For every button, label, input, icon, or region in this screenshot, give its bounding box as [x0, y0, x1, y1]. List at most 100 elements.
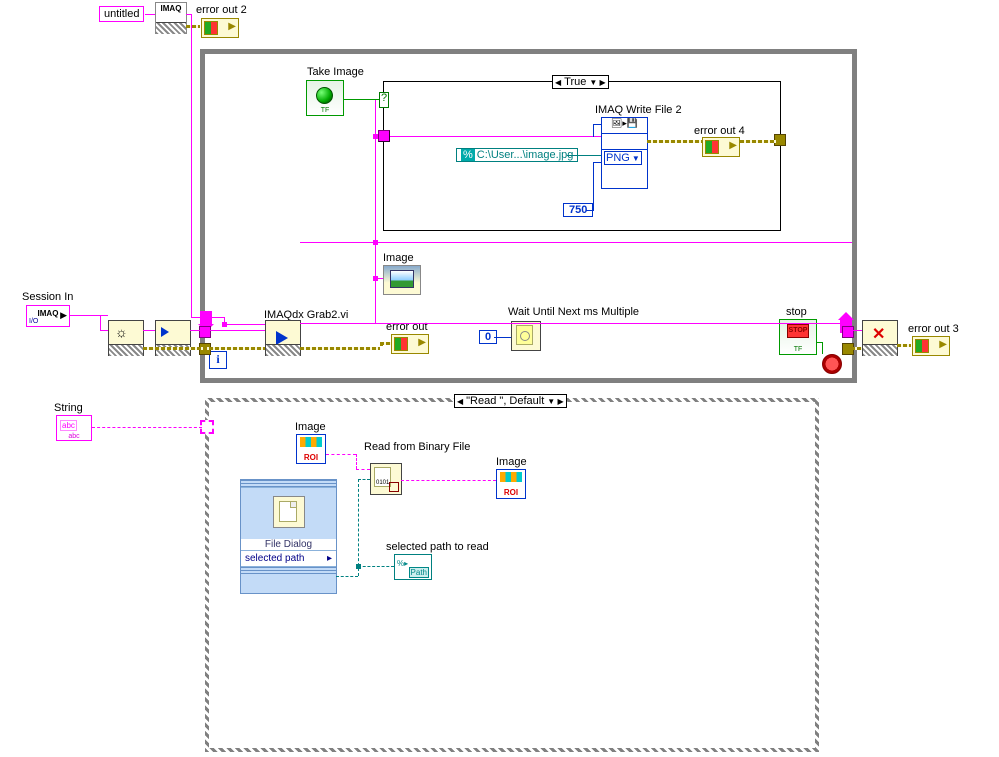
- junction: [222, 322, 227, 327]
- image-label: Image: [383, 252, 414, 264]
- error-out-4-indicator: [702, 137, 740, 157]
- wire: [300, 242, 852, 243]
- image-indicator: [383, 265, 421, 295]
- image-roi1-indicator: [296, 434, 326, 464]
- wire: [145, 14, 155, 15]
- file-dialog-node: File Dialog selected path▸: [240, 479, 337, 594]
- wait-label: Wait Until Next ms Multiple: [508, 306, 639, 318]
- read-binary-label: Read from Binary File: [364, 441, 470, 453]
- case-selector-top[interactable]: True: [552, 75, 609, 89]
- stop-label: stop: [786, 306, 807, 318]
- shift-register-left: [200, 311, 212, 325]
- case-selector-terminal: ?: [379, 92, 389, 108]
- loop-condition-terminal[interactable]: [822, 354, 842, 374]
- file-type-ring[interactable]: PNG: [604, 151, 642, 165]
- wait-node: [511, 321, 541, 351]
- wire: [356, 469, 370, 471]
- wire: [375, 242, 376, 323]
- imaqdx-grab-node: [265, 320, 301, 356]
- camera-icon: [156, 344, 190, 356]
- wire: [300, 323, 850, 324]
- take-image-control[interactable]: TF: [306, 80, 344, 116]
- junction: [373, 240, 378, 245]
- junction: [373, 276, 378, 281]
- wire: [358, 479, 360, 576]
- case-tunnel: [378, 130, 390, 142]
- wire: [380, 342, 391, 345]
- wire: [143, 330, 155, 331]
- image-roi1-label: Image: [295, 421, 326, 433]
- camera-icon: [863, 344, 897, 356]
- wire: [143, 347, 265, 350]
- case-tunnel-neg: [200, 420, 214, 434]
- wire: [822, 342, 823, 354]
- wire: [356, 454, 358, 469]
- wire: [593, 124, 594, 137]
- wire: [851, 330, 862, 331]
- error-out-indicator: [391, 334, 429, 354]
- camera-icon: [266, 344, 300, 356]
- wire: [343, 99, 379, 100]
- wire: [100, 330, 108, 331]
- error-out-4-label: error out 4: [694, 125, 745, 137]
- wire: [401, 480, 496, 482]
- error-out-3-label: error out 3: [908, 323, 959, 335]
- take-image-label: Take Image: [307, 66, 364, 78]
- wire: [358, 479, 370, 481]
- string-label: String: [54, 402, 83, 414]
- error-out-3-indicator: [912, 336, 950, 356]
- image-roi2-label: Image: [496, 456, 527, 468]
- untitled-control[interactable]: untitled: [99, 6, 144, 22]
- wire: [593, 124, 601, 125]
- wire: [567, 155, 601, 156]
- image-roi2-indicator: [496, 469, 526, 499]
- wire: [224, 324, 265, 325]
- wire: [647, 140, 702, 143]
- imaqdx-config-node: [155, 320, 191, 356]
- wire: [593, 162, 594, 211]
- wire: [740, 140, 780, 143]
- wire: [100, 315, 101, 330]
- wire: [70, 315, 108, 316]
- loop-tunnel: [199, 326, 211, 338]
- wire: [326, 454, 356, 456]
- imaq-write-label: IMAQ Write File 2: [595, 104, 682, 116]
- wire: [191, 14, 192, 317]
- wire: [375, 99, 376, 242]
- wire: [300, 347, 380, 350]
- string-control[interactable]: abcabc: [56, 415, 92, 441]
- imaq-create-node: IMAQ: [155, 2, 187, 34]
- wire: [191, 317, 224, 318]
- wire: [494, 337, 511, 338]
- wire: [186, 14, 191, 15]
- junction: [373, 134, 378, 139]
- wire: [186, 25, 200, 28]
- read-binary-node: 0101: [370, 463, 402, 495]
- wire: [851, 347, 862, 350]
- imaqdx-close-node: ✕: [862, 320, 898, 356]
- error-out-2-indicator: [201, 18, 239, 38]
- wire: [593, 162, 601, 163]
- imaqdx-open-node: ☼: [108, 320, 144, 356]
- session-in-label: Session In: [22, 291, 73, 303]
- wire: [897, 344, 911, 347]
- wire: [92, 427, 202, 429]
- error-out-2-label: error out 2: [196, 4, 247, 16]
- wire: [586, 210, 593, 211]
- wire: [190, 330, 265, 331]
- camera-icon: [109, 344, 143, 356]
- file-dialog-selected-path-port: selected path▸: [241, 550, 336, 566]
- iteration-terminal: i: [209, 351, 227, 369]
- wire: [390, 136, 601, 137]
- file-path-constant[interactable]: %C:\User...\image.jpg: [456, 148, 578, 162]
- selected-path-label: selected path to read: [386, 541, 489, 553]
- junction: [356, 564, 361, 569]
- wire: [358, 566, 394, 568]
- session-in-control[interactable]: IMAQI/O▶: [26, 305, 70, 327]
- loop-tunnel: [842, 326, 854, 338]
- selected-path-indicator: %▸Path: [394, 554, 432, 580]
- stop-control[interactable]: STOPTF: [779, 319, 817, 355]
- file-dialog-title: File Dialog: [241, 539, 336, 550]
- case-selector-bottom[interactable]: "Read ", Default: [454, 394, 567, 408]
- wire: [336, 576, 358, 578]
